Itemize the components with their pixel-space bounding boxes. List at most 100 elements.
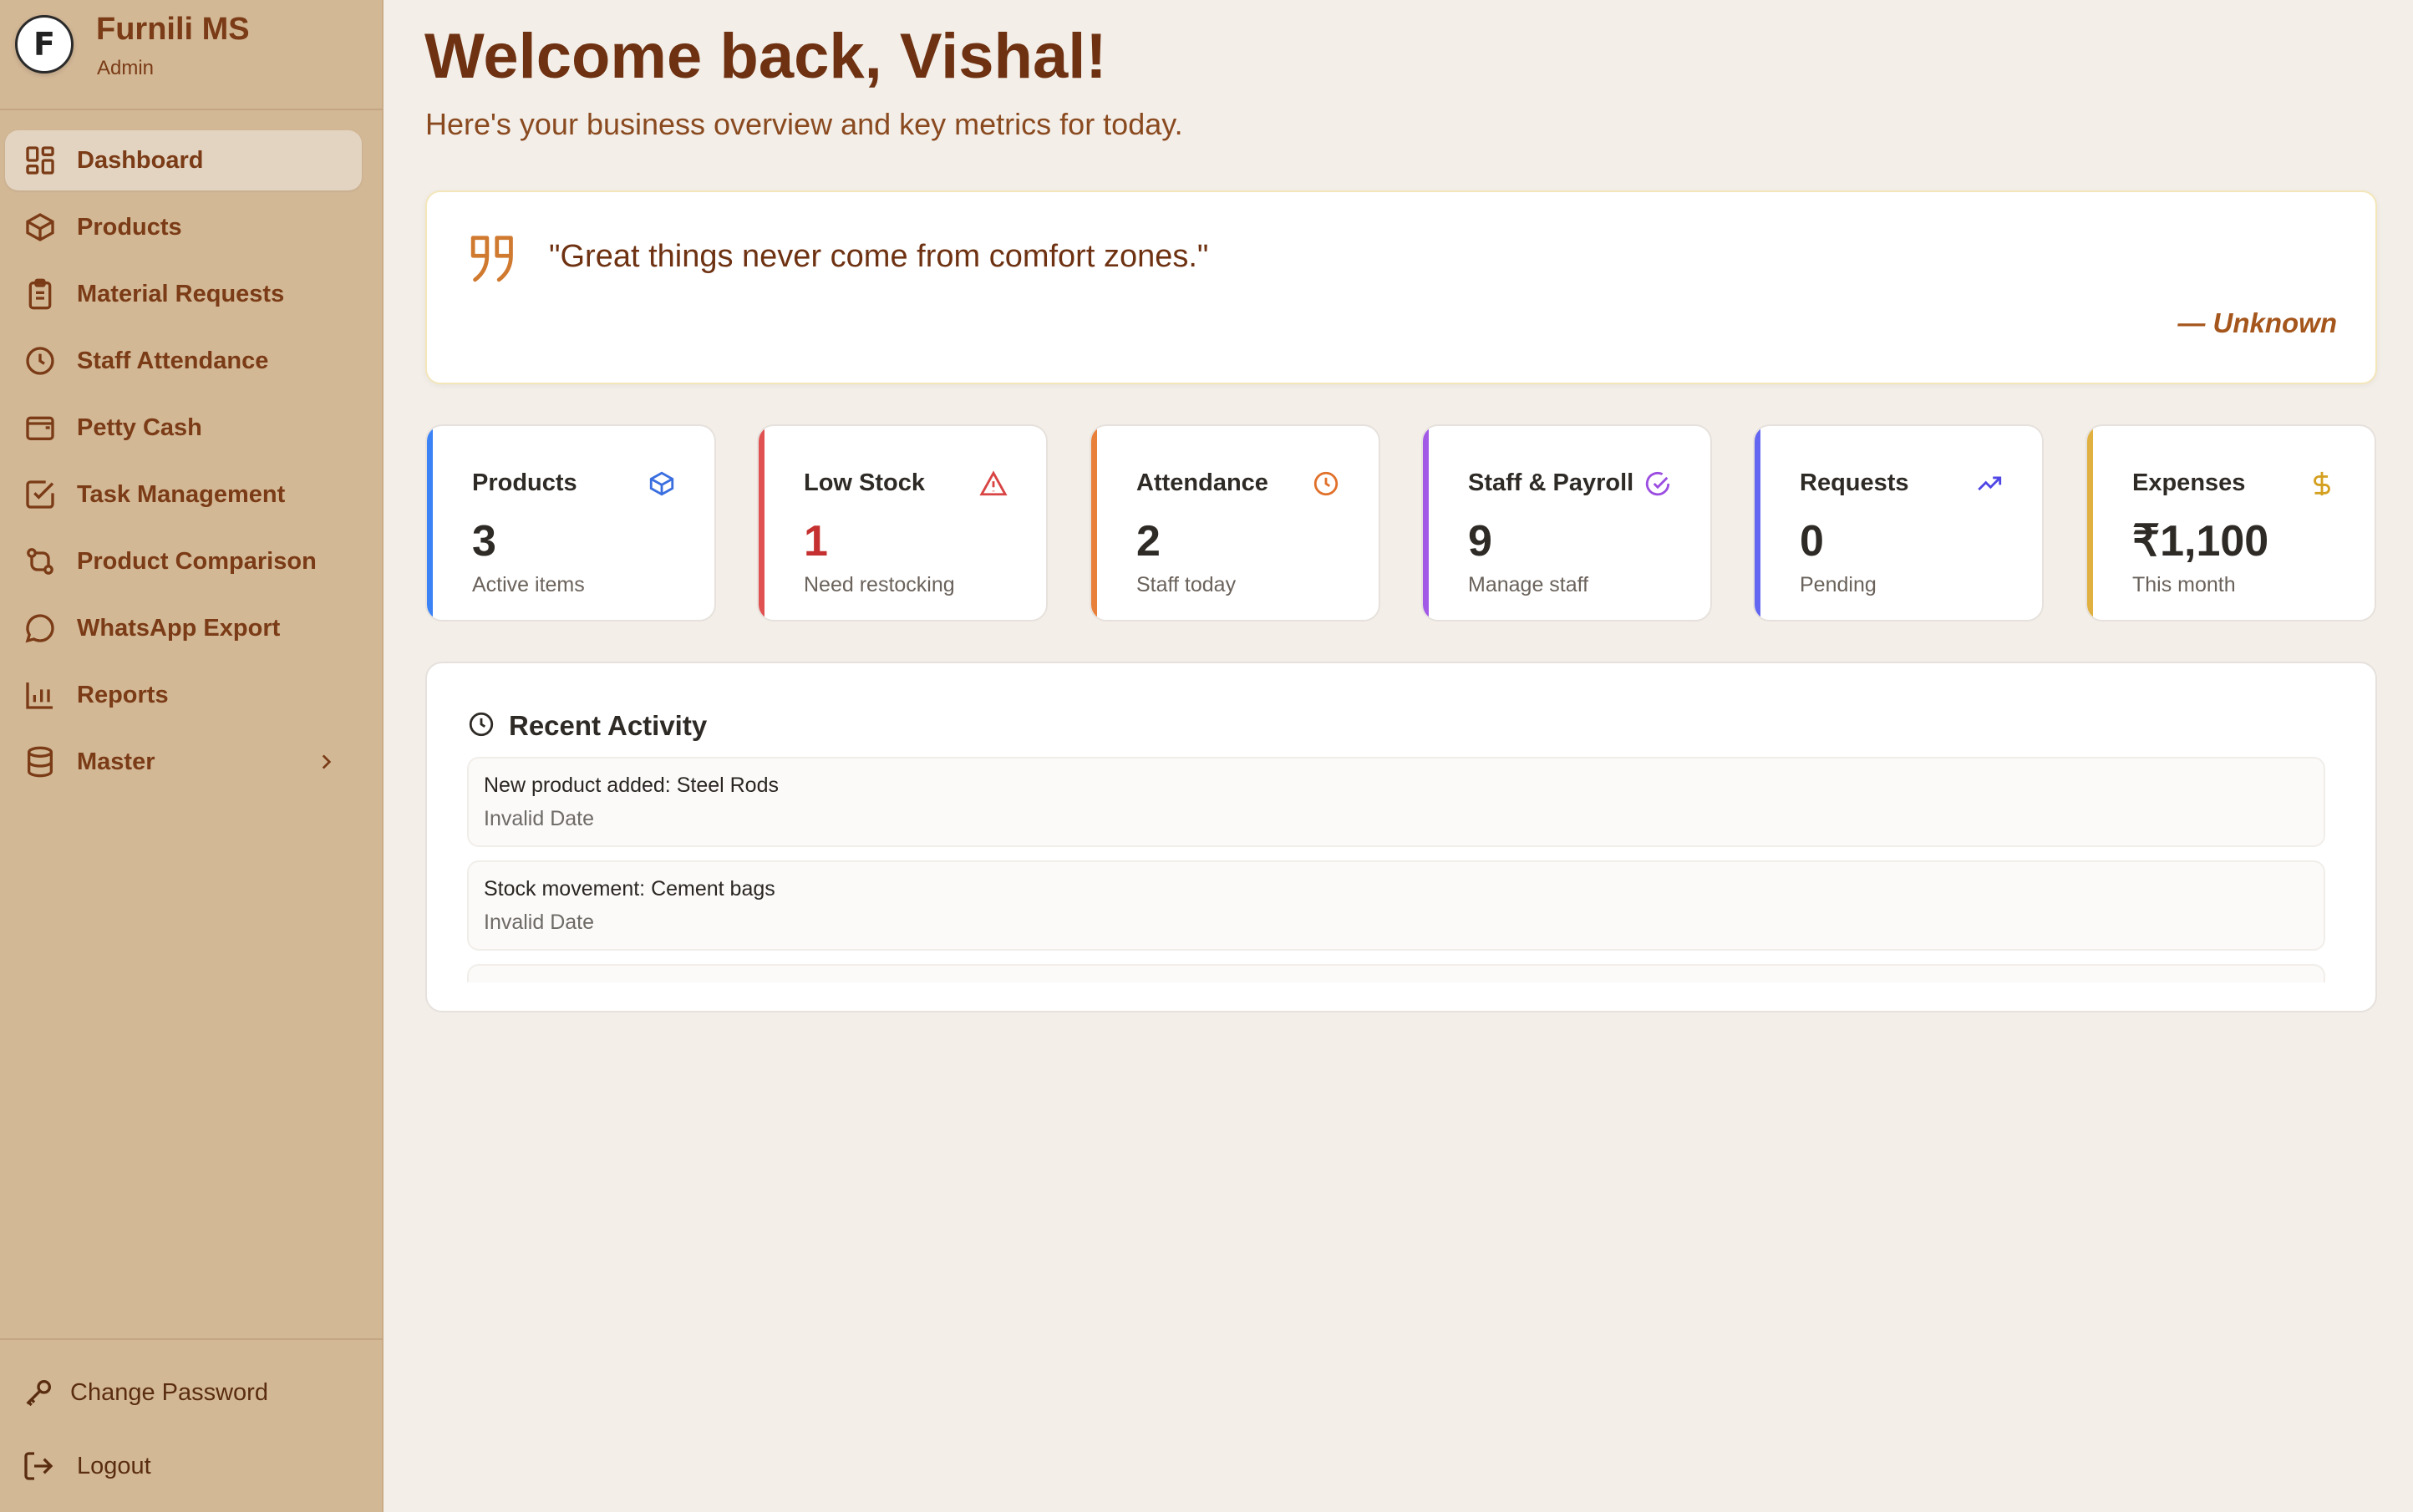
user-role: Admin <box>97 57 155 79</box>
stat-subtitle: Staff today <box>1136 573 1237 596</box>
brand-logo[interactable]: F <box>15 15 74 74</box>
sidebar-item-products[interactable]: Products <box>0 194 384 261</box>
stat-subtitle: Manage staff <box>1468 573 1589 596</box>
sidebar-item-whatsapp-export[interactable]: WhatsApp Export <box>0 595 384 662</box>
change-password-label: Change Password <box>70 1378 268 1406</box>
sidebar-item-label: WhatsApp Export <box>77 614 281 642</box>
database-icon <box>28 746 53 778</box>
sidebar-item-label: Reports <box>77 681 169 708</box>
sidebar-item-petty-cash[interactable]: Petty Cash <box>0 394 384 461</box>
sidebar-item-label: Products <box>77 213 182 241</box>
accent-bar <box>1423 426 1429 620</box>
app-title: Furnili MS <box>96 12 250 47</box>
accent-bar <box>427 426 433 620</box>
stat-subtitle: Active items <box>472 573 585 596</box>
stat-subtitle: Pending <box>1800 573 1877 596</box>
change-password-button[interactable]: Change Password <box>0 1363 384 1422</box>
stat-card-attendance[interactable]: Attendance 2 Staff today <box>1090 424 1380 622</box>
list-item: Stock movement: Cement bags Invalid Date <box>467 860 2325 951</box>
check-circle-icon <box>1645 471 1670 496</box>
logout-button[interactable]: Logout <box>0 1437 384 1495</box>
stat-title: Products <box>472 469 577 496</box>
stat-value: ₹1,100 <box>2132 517 2269 566</box>
sidebar-item-label: Staff Attendance <box>77 347 269 374</box>
stat-subtitle: Need restocking <box>804 573 955 596</box>
stat-title: Low Stock <box>804 469 926 496</box>
stat-card-staff-payroll[interactable]: Staff & Payroll 9 Manage staff <box>1421 424 1712 622</box>
sidebar-footer: Change Password Logout <box>0 1338 384 1512</box>
quote-author: — Unknown <box>2177 307 2337 338</box>
activity-text: Stock movement: Cement bags <box>484 877 775 901</box>
quote-text: "Great things never come from comfort zo… <box>549 239 1209 274</box>
page-title: Welcome back, Vishal! <box>424 21 1107 92</box>
sidebar-nav: Dashboard Products Material Requests Sta… <box>0 127 384 795</box>
activity-list[interactable]: New product added: Steel Rods Invalid Da… <box>467 757 2325 982</box>
activity-text: New product added: Steel Rods <box>484 774 779 797</box>
wallet-icon <box>26 416 54 440</box>
main-content: Welcome back, Vishal! Here's your busine… <box>384 0 2413 1512</box>
brand-logo-letter: F <box>33 26 55 63</box>
quote-icon <box>470 236 513 282</box>
stat-card-products[interactable]: Products 3 Active items <box>425 424 716 622</box>
stat-value: 1 <box>804 517 828 566</box>
stat-value: 9 <box>1468 517 1492 566</box>
logout-label: Logout <box>77 1452 151 1479</box>
warning-icon <box>979 470 1008 496</box>
stat-title: Attendance <box>1136 469 1268 496</box>
activity-date: Invalid Date <box>484 807 595 830</box>
stat-subtitle: This month <box>2132 573 2236 596</box>
list-item: New product added: Steel Rods Invalid Da… <box>467 757 2325 847</box>
box-icon <box>26 213 54 241</box>
recent-activity-title: Recent Activity <box>509 710 708 741</box>
list-item <box>467 964 2325 982</box>
stat-title: Expenses <box>2132 469 2246 496</box>
sidebar-item-master[interactable]: Master <box>0 728 384 795</box>
bar-chart-icon <box>26 682 53 709</box>
accent-bar <box>2087 426 2093 620</box>
sidebar-item-dashboard[interactable]: Dashboard <box>5 130 362 190</box>
sidebar-item-task-management[interactable]: Task Management <box>0 461 384 528</box>
sidebar-item-staff-attendance[interactable]: Staff Attendance <box>0 327 384 394</box>
clock-icon <box>26 347 54 375</box>
cube-icon <box>649 471 674 496</box>
sidebar-item-material-requests[interactable]: Material Requests <box>0 261 384 327</box>
sidebar-item-label: Dashboard <box>77 146 204 174</box>
sidebar-item-label: Task Management <box>77 480 286 508</box>
recent-activity-card: Recent Activity New product added: Steel… <box>425 662 2377 1012</box>
sidebar-item-label: Material Requests <box>77 280 285 307</box>
sidebar: F Furnili MS Admin Dashboard Products Ma… <box>0 0 384 1512</box>
logout-icon <box>24 1452 53 1480</box>
quote-card: "Great things never come from comfort zo… <box>425 190 2377 384</box>
check-square-icon <box>26 480 54 509</box>
sidebar-item-reports[interactable]: Reports <box>0 662 384 728</box>
sidebar-item-label: Petty Cash <box>77 414 202 441</box>
chat-icon <box>25 614 54 643</box>
dashboard-icon <box>26 146 54 175</box>
stat-card-requests[interactable]: Requests 0 Pending <box>1753 424 2044 622</box>
stat-card-low-stock[interactable]: Low Stock 1 Need restocking <box>757 424 1048 622</box>
sidebar-item-product-comparison[interactable]: Product Comparison <box>0 528 384 595</box>
stat-title: Requests <box>1800 469 1909 496</box>
chevron-right-icon[interactable] <box>315 751 337 773</box>
page-subtitle: Here's your business overview and key me… <box>425 107 1183 141</box>
compare-icon <box>27 548 53 575</box>
stat-value: 3 <box>472 517 496 566</box>
key-icon <box>26 1380 52 1407</box>
stat-value: 0 <box>1800 517 1824 566</box>
brand-header: F Furnili MS Admin <box>0 0 384 110</box>
stat-card-expenses[interactable]: Expenses ₹1,100 This month <box>2085 424 2376 622</box>
stats-row: Products 3 Active items Low Stock 1 Need… <box>425 424 2377 622</box>
sidebar-item-label: Product Comparison <box>77 547 317 575</box>
clipboard-icon <box>28 278 52 310</box>
activity-date: Invalid Date <box>484 911 595 934</box>
trending-up-icon <box>1978 476 2002 491</box>
accent-bar <box>1755 426 1760 620</box>
clock-icon <box>1313 471 1339 496</box>
clock-icon <box>469 712 494 737</box>
accent-bar <box>1091 426 1097 620</box>
accent-bar <box>759 426 765 620</box>
stat-title: Staff & Payroll <box>1468 469 1634 496</box>
dollar-icon <box>2314 471 2330 496</box>
stat-value: 2 <box>1136 517 1161 566</box>
sidebar-item-label: Master <box>77 748 155 775</box>
